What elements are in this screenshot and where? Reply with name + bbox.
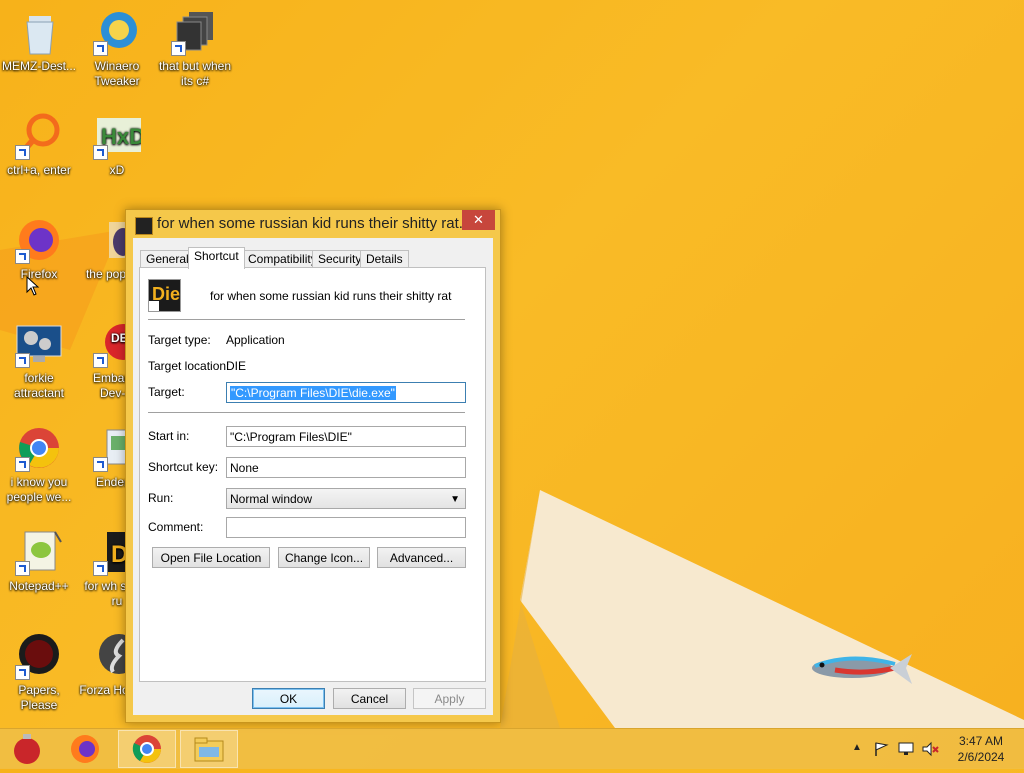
window-title: for when some russian kid runs their shi… bbox=[157, 215, 463, 232]
comment-input[interactable] bbox=[226, 517, 466, 538]
shortcut-arrow-icon bbox=[93, 41, 108, 56]
shortcut-arrow-icon bbox=[93, 353, 108, 368]
target-input-selection: "C:\Program Files\DIE\die.exe" bbox=[230, 386, 396, 400]
apply-button[interactable]: Apply bbox=[413, 688, 486, 709]
separator bbox=[148, 412, 465, 413]
shortcut-icon: Die bbox=[148, 279, 181, 312]
stacked-windows-icon bbox=[171, 8, 219, 56]
start-in-input[interactable]: "C:\Program Files\DIE" bbox=[226, 426, 466, 447]
target-input[interactable]: "C:\Program Files\DIE\die.exe" bbox=[226, 382, 466, 403]
desktop-icon-i-know-you[interactable]: i know you people we... bbox=[1, 424, 77, 505]
run-select-value: Normal window bbox=[230, 492, 313, 506]
fish-decoration bbox=[812, 654, 912, 684]
run-label: Run: bbox=[148, 491, 174, 505]
target-location-label: Target location: bbox=[148, 359, 230, 373]
network-icon[interactable] bbox=[898, 741, 914, 757]
papers-please-icon bbox=[15, 632, 63, 680]
ornament-icon bbox=[14, 734, 40, 764]
shortcut-arrow-icon bbox=[171, 41, 186, 56]
shortcut-key-input[interactable]: None bbox=[226, 457, 466, 478]
target-type-value: Application bbox=[226, 333, 285, 347]
folder-icon bbox=[194, 737, 224, 762]
firefox-icon bbox=[71, 735, 99, 763]
chrome-icon bbox=[132, 735, 161, 763]
desktop-icon-forkie[interactable]: forkie attractant bbox=[1, 320, 77, 401]
tab-shortcut[interactable]: Shortcut bbox=[188, 247, 245, 269]
shortcut-arrow-icon bbox=[93, 561, 108, 576]
winaero-icon bbox=[93, 8, 141, 56]
desktop-icon-papers-please[interactable]: Papers, Please bbox=[1, 632, 77, 713]
shortcut-arrow-icon bbox=[15, 561, 30, 576]
tab-general[interactable]: General bbox=[140, 250, 195, 268]
shortcut-properties-dialog: for when some russian kid runs their shi… bbox=[125, 209, 501, 723]
change-icon-button[interactable]: Change Icon... bbox=[278, 547, 370, 568]
shortcut-arrow-icon bbox=[93, 457, 108, 472]
start-in-label: Start in: bbox=[148, 429, 190, 443]
desktop-icon-label: ctrl+a, enter bbox=[7, 163, 71, 177]
chrome-icon bbox=[15, 424, 63, 472]
desktop-icon-ctrl-a-enter[interactable]: ctrl+a, enter bbox=[1, 112, 77, 178]
recycle-bin-icon bbox=[15, 8, 63, 56]
desktop-icon-label: MEMZ-Dest... bbox=[2, 59, 76, 73]
target-location-value: DIE bbox=[226, 359, 247, 373]
advanced-button[interactable]: Advanced... bbox=[377, 547, 466, 568]
shortcut-tab-panel: Die for when some russian kid runs their… bbox=[139, 267, 486, 682]
shortcut-arrow-icon bbox=[15, 145, 30, 160]
desktop-icon-winaero[interactable]: Winaero Tweaker bbox=[79, 8, 155, 89]
magnifier-icon bbox=[15, 112, 63, 160]
shortcut-name: for when some russian kid runs their shi… bbox=[210, 289, 452, 303]
monitor-gear-icon bbox=[15, 320, 63, 368]
title-bar[interactable]: for when some russian kid runs their shi… bbox=[126, 210, 500, 238]
shortcut-arrow-icon bbox=[93, 145, 108, 160]
desktop-icon-label: i know you people we... bbox=[6, 475, 72, 504]
desktop-icon-label: forkie attractant bbox=[13, 371, 65, 400]
taskbar-file-explorer[interactable] bbox=[180, 730, 238, 768]
open-file-location-button[interactable]: Open File Location bbox=[152, 547, 270, 568]
tab-compatibility[interactable]: Compatibility bbox=[242, 250, 323, 268]
shortcut-arrow-icon bbox=[15, 665, 30, 680]
ok-button[interactable]: OK bbox=[252, 688, 325, 709]
desktop-icon-label: Notepad++ bbox=[9, 579, 69, 593]
chevron-down-icon: ▼ bbox=[450, 494, 460, 505]
firefox-icon bbox=[15, 216, 63, 264]
volume-muted-icon[interactable] bbox=[921, 741, 939, 757]
desktop-icon-label: Papers, Please bbox=[18, 683, 60, 712]
desktop-icon-memz[interactable]: MEMZ-Dest... bbox=[1, 8, 77, 74]
desktop-icon-label: xD bbox=[109, 163, 125, 177]
dialog-client: General Shortcut Compatibility Security … bbox=[133, 238, 493, 715]
desktop-icon-label: Winaero Tweaker bbox=[94, 59, 140, 88]
target-label: Target: bbox=[148, 385, 185, 399]
run-select[interactable]: Normal window ▼ bbox=[226, 488, 466, 509]
shortcut-arrow-icon bbox=[15, 249, 30, 264]
desktop-icon-firefox[interactable]: Firefox bbox=[1, 216, 77, 282]
desktop-icon-that-but-when[interactable]: that but when its c# bbox=[157, 8, 233, 89]
target-type-label: Target type: bbox=[148, 333, 211, 347]
shortcut-arrow-icon bbox=[149, 301, 159, 311]
taskbar-chrome[interactable] bbox=[118, 730, 176, 768]
cancel-button[interactable]: Cancel bbox=[333, 688, 406, 709]
taskbar: ▲ 3:47 AM 2/6/2024 bbox=[0, 728, 1024, 769]
shortcut-arrow-icon bbox=[15, 457, 30, 472]
app-icon bbox=[135, 217, 153, 235]
tab-details[interactable]: Details bbox=[360, 250, 409, 268]
close-button[interactable]: ✕ bbox=[462, 210, 495, 230]
flag-icon[interactable] bbox=[873, 741, 889, 757]
separator bbox=[148, 319, 465, 320]
hxd-icon: HxD bbox=[93, 112, 145, 160]
desktop-icon-label: that but when its c# bbox=[158, 59, 232, 88]
shortcut-key-label: Shortcut key: bbox=[148, 460, 219, 474]
taskbar-firefox[interactable] bbox=[58, 730, 116, 768]
clock-date[interactable]: 2/6/2024 bbox=[948, 750, 1014, 764]
clock-time[interactable]: 3:47 AM bbox=[948, 734, 1014, 748]
taskbar-ornament-app[interactable] bbox=[0, 730, 58, 768]
desktop-icon-notepadpp[interactable]: Notepad++ bbox=[1, 528, 77, 594]
comment-label: Comment: bbox=[148, 520, 204, 534]
show-hidden-icons-button[interactable]: ▲ bbox=[852, 742, 862, 753]
notepadpp-icon bbox=[15, 528, 63, 576]
shortcut-arrow-icon bbox=[15, 353, 30, 368]
desktop-icon-xd[interactable]: HxD xD bbox=[79, 112, 155, 178]
mouse-cursor bbox=[26, 276, 40, 296]
